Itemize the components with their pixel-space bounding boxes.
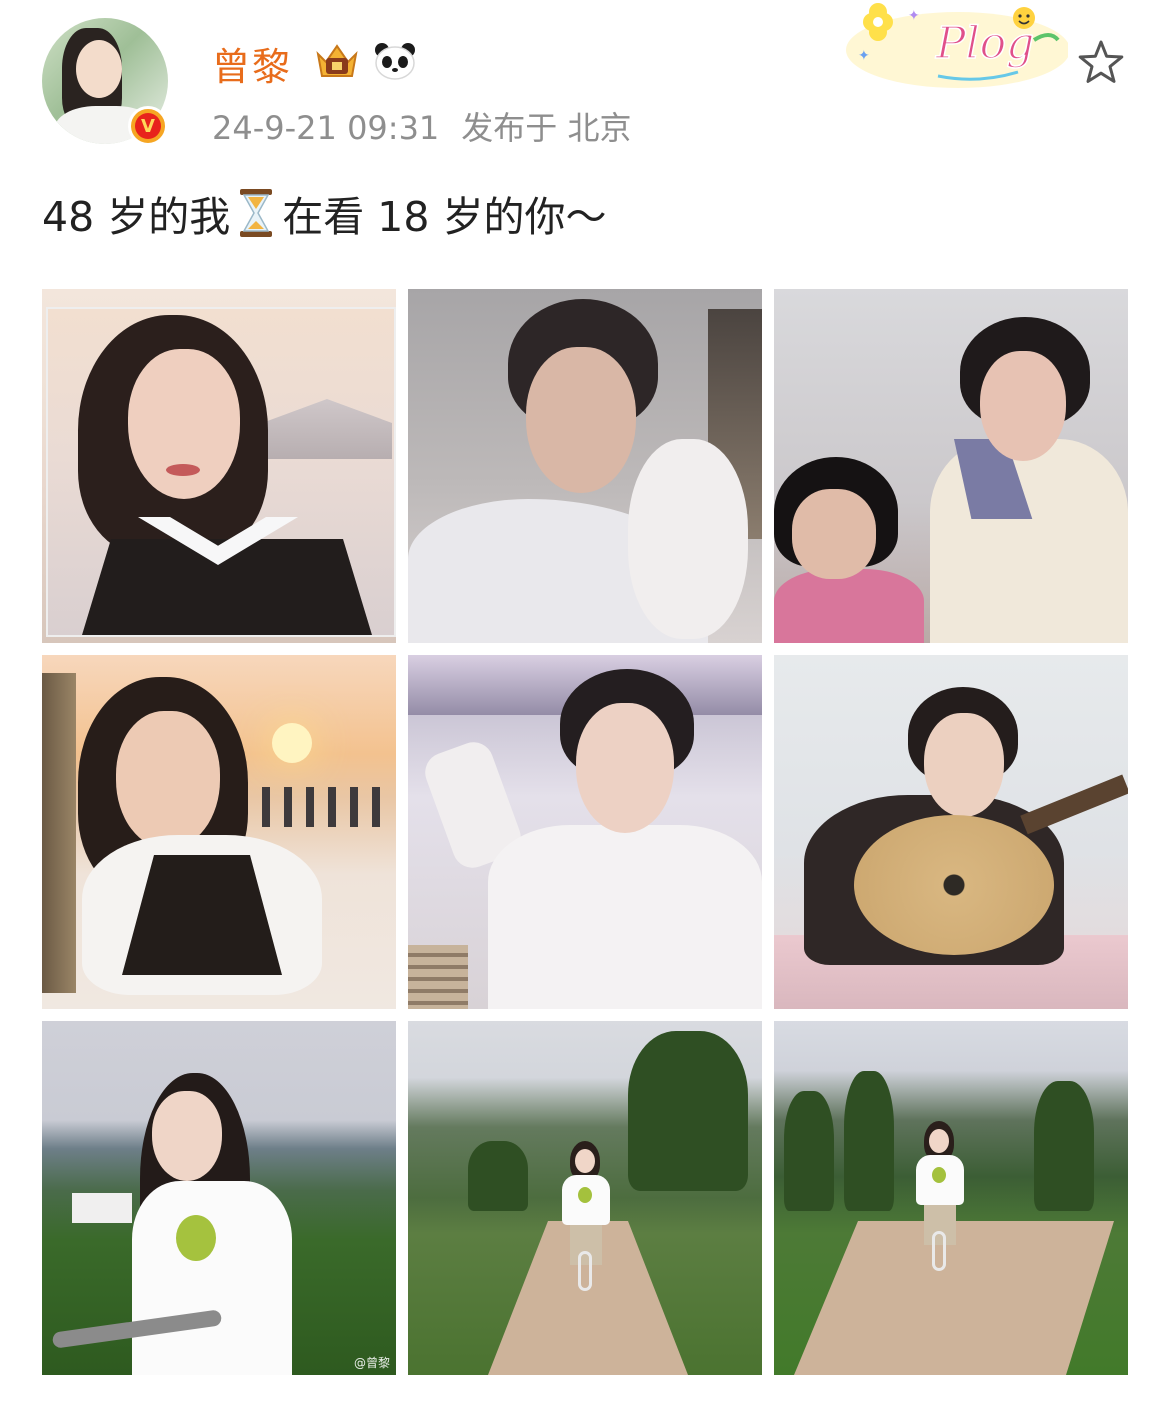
- svg-text:✦: ✦: [908, 8, 920, 24]
- photo-caption: @曾黎: [353, 1356, 390, 1370]
- post-meta: 24-9-21 09:31 发布于 北京: [212, 103, 631, 149]
- face: [980, 351, 1066, 461]
- avatar-face: [76, 40, 122, 98]
- guitar: [854, 815, 1054, 955]
- verified-badge-label: V: [135, 113, 161, 139]
- verified-badge-icon: V: [128, 106, 168, 146]
- shirt: [488, 825, 762, 1009]
- hourglass-icon: [240, 189, 273, 237]
- post-source: 发布于 北京: [461, 109, 632, 147]
- post-text-part-1: 48 岁的我: [42, 193, 231, 241]
- crown-badge-icon: [316, 44, 358, 77]
- rider: [558, 1141, 614, 1291]
- face: [526, 347, 636, 493]
- username[interactable]: 曾黎: [212, 36, 292, 91]
- photo-7[interactable]: @曾黎: [42, 1021, 396, 1375]
- face: [128, 349, 240, 499]
- tree: [1034, 1081, 1094, 1211]
- face: [116, 711, 220, 849]
- photo-8[interactable]: [408, 1021, 762, 1375]
- tree: [784, 1091, 834, 1211]
- books: [408, 945, 468, 1009]
- photo-1[interactable]: [42, 289, 396, 643]
- jacket: [930, 439, 1128, 643]
- star-icon[interactable]: [1074, 36, 1128, 90]
- people-silhouettes: [262, 787, 382, 827]
- photo-3[interactable]: [774, 289, 1128, 643]
- guitar-neck: [1020, 774, 1128, 835]
- photo-4[interactable]: [42, 655, 396, 1009]
- photo-6[interactable]: [774, 655, 1128, 1009]
- shirt: [132, 1181, 292, 1375]
- face: [924, 713, 1004, 817]
- photo-5[interactable]: [408, 655, 762, 1009]
- pink-jacket: [774, 569, 924, 643]
- face: [792, 489, 876, 579]
- fence: [42, 673, 76, 993]
- plog-sticker: ✦ ✦ Plog: [846, 3, 1068, 88]
- post-text-part-2: 在看 18 岁的你～: [282, 193, 607, 241]
- apple-print: [176, 1215, 216, 1261]
- tree: [844, 1071, 894, 1211]
- tree: [628, 1031, 748, 1191]
- sun: [272, 723, 312, 763]
- panda-icon: [375, 43, 415, 80]
- svg-text:✦: ✦: [858, 48, 870, 64]
- lips: [166, 464, 200, 476]
- photo-2[interactable]: [408, 289, 762, 643]
- post-timestamp: 24-9-21 09:31: [212, 109, 440, 147]
- photo-9[interactable]: [774, 1021, 1128, 1375]
- house: [72, 1193, 132, 1223]
- plaster-bust: [628, 439, 748, 639]
- face: [152, 1091, 222, 1181]
- tree: [468, 1141, 528, 1211]
- rider: [912, 1121, 968, 1271]
- post-text: 48 岁的我 在看 18 岁的你～: [42, 183, 606, 243]
- face: [576, 703, 674, 833]
